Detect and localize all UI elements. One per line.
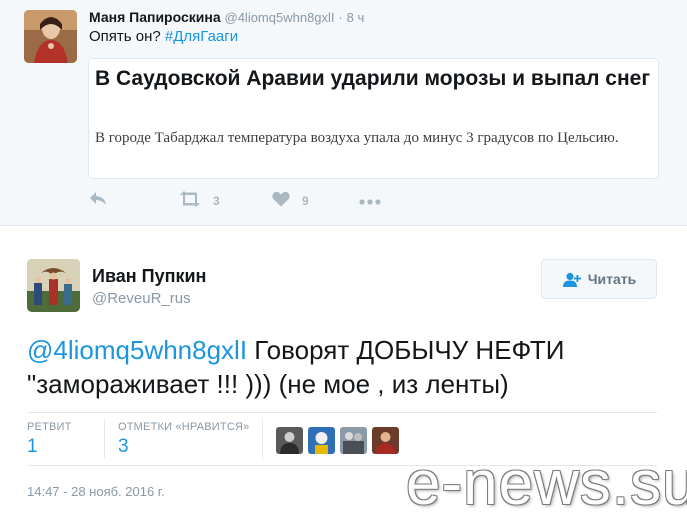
watermark: e-news.su [406, 449, 687, 518]
tweet-text: @4liomq5whn8gxlI Говорят ДОБЫЧУ НЕФТИ "з… [27, 333, 667, 401]
card-description: В городе Табарджал температура воздуха у… [95, 130, 619, 146]
liker-avatar[interactable] [276, 427, 303, 454]
avatar-image [24, 10, 77, 63]
reply-icon [89, 191, 108, 212]
retweet-button[interactable]: 3 [179, 190, 220, 212]
like-button[interactable]: 9 [272, 190, 309, 212]
more-icon [359, 192, 381, 210]
link-card[interactable]: В Саудовской Аравии ударили морозы и вып… [88, 58, 659, 179]
more-button[interactable] [359, 190, 381, 212]
author-username[interactable]: @4liomq5whn8gxlI [225, 10, 335, 25]
follow-label: Читать [587, 271, 637, 287]
divider [104, 419, 105, 459]
likers-avatars [276, 427, 404, 454]
follow-button[interactable]: Читать [541, 259, 657, 299]
tweet-timestamp[interactable]: 14:47 - 28 нояб. 2016 г. [27, 484, 165, 499]
avatar-image [27, 259, 80, 312]
retweet-count: 3 [213, 194, 220, 208]
likes-stat-value[interactable]: 3 [118, 436, 129, 458]
liker-avatar[interactable] [308, 427, 335, 454]
retweet-icon [179, 190, 201, 212]
parent-tweet-header: Маня Папироскина @4liomq5whn8gxlI · 8 ч [89, 9, 364, 25]
parent-tweet[interactable]: Маня Папироскина @4liomq5whn8gxlI · 8 ч … [0, 0, 687, 226]
liker-avatar[interactable] [340, 427, 367, 454]
author-fullname[interactable]: Маня Папироскина [89, 9, 221, 25]
retweets-stat-label[interactable]: РЕТВИТ [27, 421, 72, 433]
mention-link[interactable]: @4liomq5whn8gxlI [27, 335, 247, 365]
heart-icon [272, 191, 290, 212]
separator-dot: · [338, 10, 343, 25]
author-username[interactable]: @ReveuR_rus [92, 290, 191, 307]
avatar[interactable] [24, 10, 77, 63]
tweet-time[interactable]: 8 ч [347, 10, 365, 25]
like-count: 9 [302, 194, 309, 208]
retweets-stat-value[interactable]: 1 [27, 436, 38, 458]
likes-stat-label[interactable]: ОТМЕТКИ «НРАВИТСЯ» [118, 421, 249, 433]
divider [27, 412, 657, 413]
tweet-text-prefix: Опять он? [89, 28, 165, 45]
divider [262, 419, 263, 459]
card-title: В Саудовской Аравии ударили морозы и вып… [95, 67, 651, 90]
parent-tweet-text: Опять он? #ДляГааги [89, 28, 238, 45]
follow-user-icon [562, 272, 582, 287]
reply-button[interactable] [89, 190, 108, 212]
hashtag-link[interactable]: #ДляГааги [165, 28, 238, 45]
parent-tweet-actions: 3 9 [89, 190, 419, 212]
avatar[interactable] [27, 259, 80, 312]
liker-avatar[interactable] [372, 427, 399, 454]
author-fullname[interactable]: Иван Пупкин [92, 266, 206, 287]
